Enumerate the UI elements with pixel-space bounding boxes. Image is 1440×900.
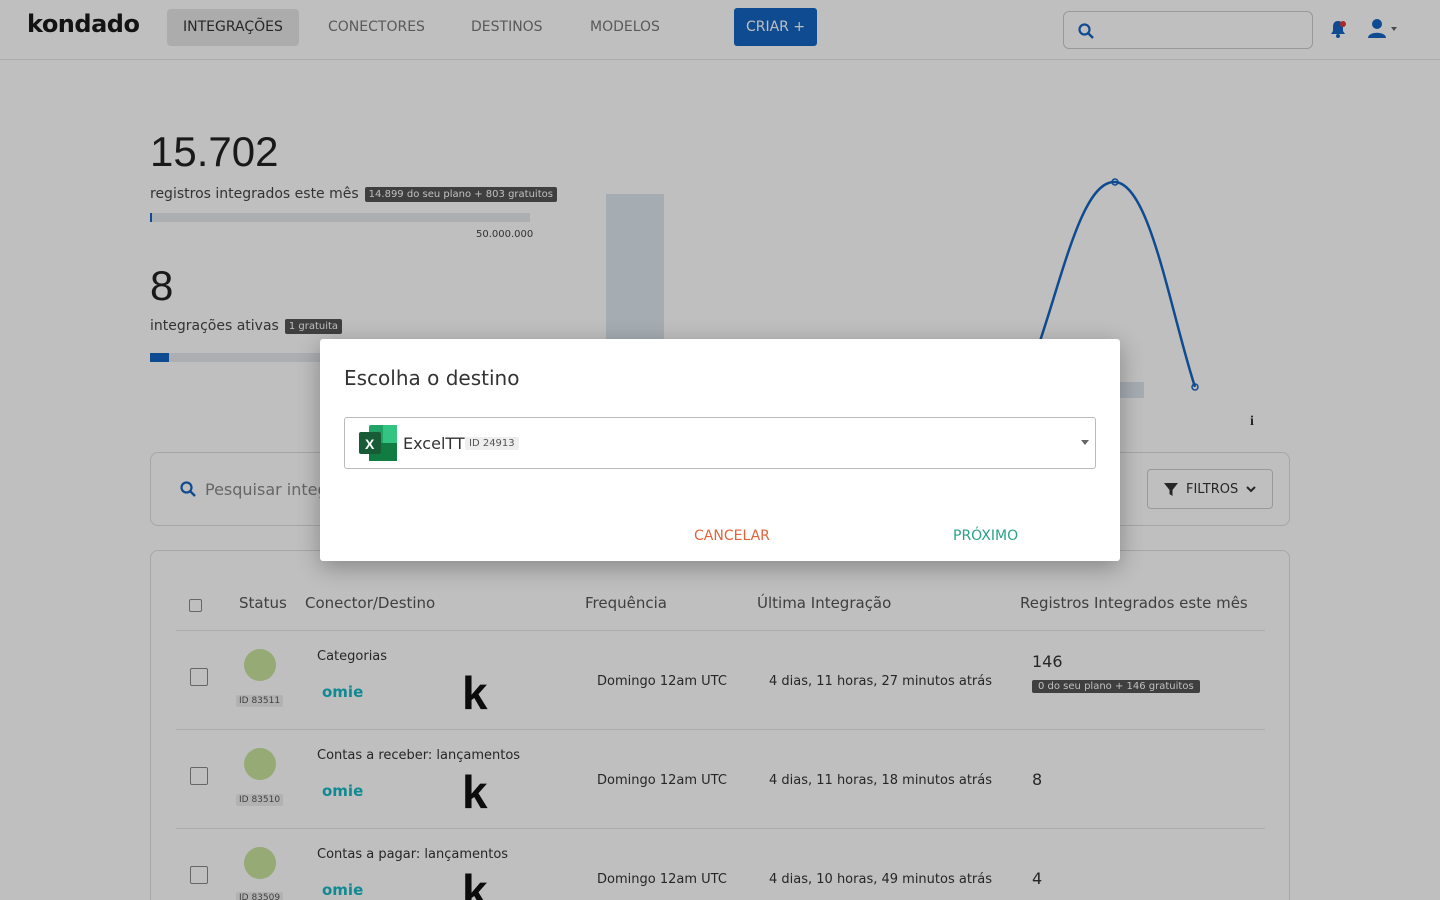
destination-select[interactable]: X ExcelTT ID 24913 xyxy=(344,417,1096,469)
modal-title: Escolha o destino xyxy=(344,366,520,390)
svg-text:X: X xyxy=(365,436,375,452)
excel-icon: X xyxy=(359,425,397,461)
cancel-button[interactable]: CANCELAR xyxy=(694,528,770,544)
dropdown-caret-icon xyxy=(1081,440,1089,445)
selected-destination-id: ID 24913 xyxy=(465,437,519,450)
selected-destination-name: ExcelTT xyxy=(403,434,465,453)
next-button[interactable]: PRÓXIMO xyxy=(953,528,1018,544)
choose-destination-modal: Escolha o destino X ExcelTT ID 24913 CAN… xyxy=(320,339,1120,561)
